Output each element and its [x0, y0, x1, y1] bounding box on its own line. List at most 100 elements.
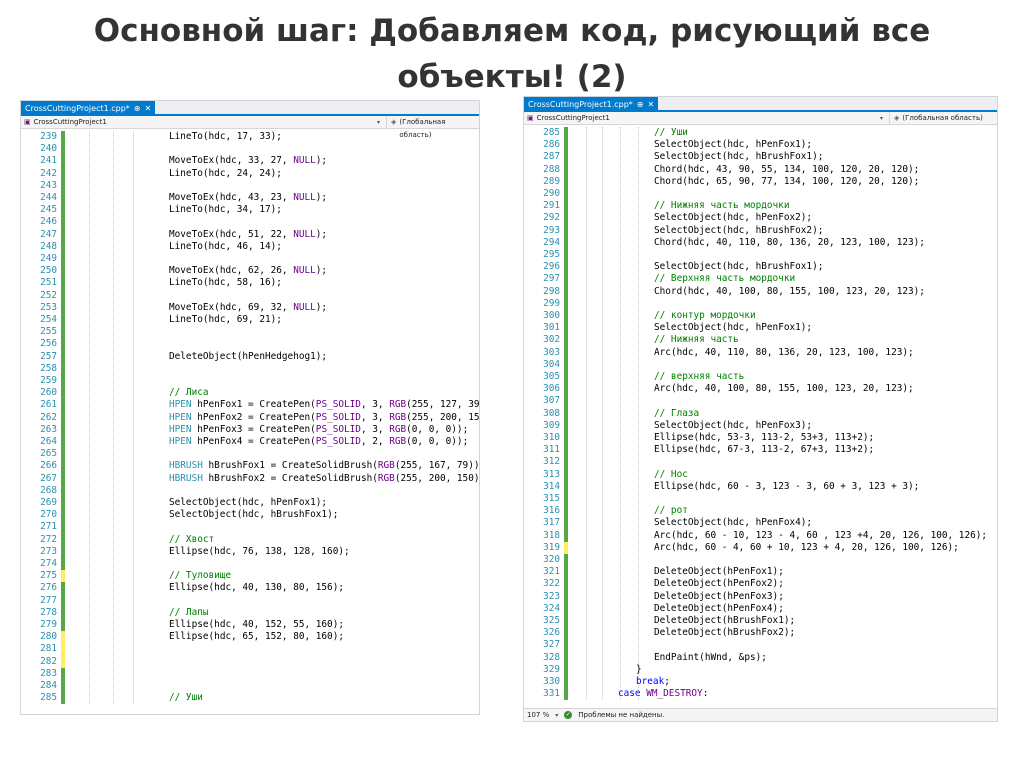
code-line[interactable]: 246 [21, 216, 479, 229]
code-line[interactable]: 304 [524, 358, 997, 371]
left-scope-dropdown[interactable]: ◈ (Глобальная область) [387, 116, 479, 139]
code-line[interactable]: 250 MoveToEx(hdc, 62, 26, NULL); [21, 265, 479, 278]
code-line[interactable]: 258 [21, 362, 479, 375]
code-line[interactable]: 323 DeleteObject(hPenFox3); [524, 590, 997, 603]
code-line[interactable]: 286 SelectObject(hdc, hPenFox1); [524, 139, 997, 152]
code-line[interactable]: 285 // Уши [524, 127, 997, 140]
code-line[interactable]: 292 SelectObject(hdc, hPenFox2); [524, 212, 997, 225]
code-line[interactable]: 263 HPEN hPenFox3 = CreatePen(PS_SOLID, 3… [21, 423, 479, 436]
close-icon[interactable]: ✕ [145, 101, 152, 116]
code-line[interactable]: 251 LineTo(hdc, 58, 16); [21, 277, 479, 290]
code-line[interactable]: 322 DeleteObject(hPenFox2); [524, 578, 997, 591]
code-line[interactable]: 254 LineTo(hdc, 69, 21); [21, 314, 479, 327]
right-project-dropdown[interactable]: ▣ CrossCuttingProject1 [524, 112, 890, 125]
code-line[interactable]: 264 HPEN hPenFox4 = CreatePen(PS_SOLID, 2… [21, 436, 479, 449]
code-line[interactable]: 269 SelectObject(hdc, hPenFox1); [21, 497, 479, 510]
zoom-level[interactable]: 107 % [527, 711, 549, 719]
code-line[interactable]: 313 // Нос [524, 468, 997, 481]
code-line[interactable]: 316 // рот [524, 505, 997, 518]
code-line[interactable]: 285 // Уши [21, 692, 479, 705]
code-line[interactable]: 244 MoveToEx(hdc, 43, 23, NULL); [21, 192, 479, 205]
code-line[interactable]: 274 [21, 558, 479, 571]
code-line[interactable]: 320 [524, 554, 997, 567]
close-icon[interactable]: ✕ [648, 97, 655, 112]
code-line[interactable]: 291 // Нижняя часть мордочки [524, 200, 997, 213]
code-line[interactable]: 280 Ellipse(hdc, 65, 152, 80, 160); [21, 631, 479, 644]
code-line[interactable]: 308 // Глаза [524, 407, 997, 420]
left-project-dropdown[interactable]: ▣ CrossCuttingProject1 [21, 116, 387, 129]
code-line[interactable]: 298 Chord(hdc, 40, 100, 80, 155, 100, 123… [524, 285, 997, 298]
code-line[interactable]: 282 [21, 655, 479, 668]
code-line[interactable]: 296 SelectObject(hdc, hBrushFox1); [524, 261, 997, 274]
code-line[interactable]: 329} [524, 663, 997, 676]
code-line[interactable]: 305 // верхняя часть [524, 371, 997, 384]
code-line[interactable]: 271 [21, 521, 479, 534]
pin-icon[interactable]: ⊕ [637, 97, 644, 112]
code-line[interactable]: 273 Ellipse(hdc, 76, 138, 128, 160); [21, 545, 479, 558]
code-line[interactable]: 279 Ellipse(hdc, 40, 152, 55, 160); [21, 619, 479, 632]
code-line[interactable]: 248 LineTo(hdc, 46, 14); [21, 240, 479, 253]
code-line[interactable]: 240 [21, 143, 479, 156]
chevron-down-icon[interactable]: ▾ [880, 112, 883, 125]
code-line[interactable]: 245 LineTo(hdc, 34, 17); [21, 204, 479, 217]
right-file-tab[interactable]: CrossCuttingProject1.cpp* ⊕ ✕ [524, 97, 659, 112]
code-line[interactable]: 311 Ellipse(hdc, 67-3, 113-2, 67+3, 113+2… [524, 444, 997, 457]
code-line[interactable]: 249 [21, 253, 479, 266]
code-line[interactable]: 306 Arc(hdc, 40, 100, 80, 155, 100, 123, … [524, 383, 997, 396]
code-line[interactable]: 294 Chord(hdc, 40, 110, 80, 136, 20, 123,… [524, 236, 997, 249]
code-line[interactable]: 287 SelectObject(hdc, hBrushFox1); [524, 151, 997, 164]
code-line[interactable]: 299 [524, 297, 997, 310]
code-line[interactable]: 330 break; [524, 676, 997, 689]
code-line[interactable]: 281 [21, 643, 479, 656]
code-line[interactable]: 255 [21, 326, 479, 339]
code-line[interactable]: 321 DeleteObject(hPenFox1); [524, 566, 997, 579]
code-line[interactable]: 284 [21, 680, 479, 693]
code-line[interactable]: 242 LineTo(hdc, 24, 24); [21, 167, 479, 180]
code-line[interactable]: 327 [524, 639, 997, 652]
code-line[interactable]: 268 [21, 484, 479, 497]
code-line[interactable]: 262 HPEN hPenFox2 = CreatePen(PS_SOLID, 3… [21, 411, 479, 424]
code-line[interactable]: 278 // Лапы [21, 606, 479, 619]
code-line[interactable]: 326 DeleteObject(hBrushFox2); [524, 627, 997, 640]
code-line[interactable]: 260 // Лиса [21, 387, 479, 400]
code-line[interactable]: 256 [21, 338, 479, 351]
code-line[interactable]: 288 Chord(hdc, 43, 90, 55, 134, 100, 120,… [524, 163, 997, 176]
code-line[interactable]: 297 // Верхняя часть мордочки [524, 273, 997, 286]
code-line[interactable]: 312 [524, 456, 997, 469]
code-line[interactable]: 241 MoveToEx(hdc, 33, 27, NULL); [21, 155, 479, 168]
code-line[interactable]: 317 SelectObject(hdc, hPenFox4); [524, 517, 997, 530]
code-line[interactable]: 325 DeleteObject(hBrushFox1); [524, 615, 997, 628]
code-line[interactable]: 293 SelectObject(hdc, hBrushFox2); [524, 224, 997, 237]
code-line[interactable]: 302 // Нижняя часть [524, 334, 997, 347]
code-line[interactable]: 295 [524, 249, 997, 262]
chevron-down-icon[interactable]: ▾ [377, 116, 380, 129]
left-code-area[interactable]: 239 LineTo(hdc, 17, 33); 240 241 MoveToEx(hd… [21, 131, 479, 714]
code-line[interactable]: 315 [524, 493, 997, 506]
code-line[interactable]: 314 Ellipse(hdc, 60 - 3, 123 - 3, 60 + 3,… [524, 480, 997, 493]
code-line[interactable]: 289 Chord(hdc, 65, 90, 77, 134, 100, 120,… [524, 175, 997, 188]
code-line[interactable]: 290 [524, 188, 997, 201]
code-line[interactable]: 300 // контур мордочки [524, 310, 997, 323]
code-line[interactable]: 319 Arc(hdc, 60 - 4, 60 + 10, 123 + 4, 20… [524, 541, 997, 554]
code-line[interactable]: 277 [21, 594, 479, 607]
code-line[interactable]: 243 [21, 179, 479, 192]
code-line[interactable]: 272 // Хвост [21, 533, 479, 546]
code-line[interactable]: 309 SelectObject(hdc, hPenFox3); [524, 419, 997, 432]
code-line[interactable]: 239 LineTo(hdc, 17, 33); [21, 131, 479, 144]
code-line[interactable]: 324 DeleteObject(hPenFox4); [524, 602, 997, 615]
code-line[interactable]: 318 Arc(hdc, 60 - 10, 123 - 4, 60 , 123 +… [524, 529, 997, 542]
code-line[interactable]: 252 [21, 289, 479, 302]
code-line[interactable]: 261 HPEN hPenFox1 = CreatePen(PS_SOLID, 3… [21, 399, 479, 412]
code-line[interactable]: 310 Ellipse(hdc, 53-3, 113-2, 53+3, 113+2… [524, 432, 997, 445]
code-line[interactable]: 283 [21, 667, 479, 680]
code-line[interactable]: 265 [21, 448, 479, 461]
code-line[interactable]: 257 DeleteObject(hPenHedgehog1); [21, 350, 479, 363]
code-line[interactable]: 307 [524, 395, 997, 408]
code-line[interactable]: 266 HBRUSH hBrushFox1 = CreateSolidBrush(… [21, 460, 479, 473]
code-line[interactable]: 331 case WM_DESTROY: [524, 688, 997, 701]
code-line[interactable]: 253 MoveToEx(hdc, 69, 32, NULL); [21, 301, 479, 314]
code-line[interactable]: 301 SelectObject(hdc, hPenFox1); [524, 322, 997, 335]
right-scope-dropdown[interactable]: ◈ (Глобальная область) [890, 112, 983, 125]
code-line[interactable]: 303 Arc(hdc, 40, 110, 80, 136, 20, 123, 1… [524, 346, 997, 359]
code-line[interactable]: 276 Ellipse(hdc, 40, 130, 80, 156); [21, 582, 479, 595]
